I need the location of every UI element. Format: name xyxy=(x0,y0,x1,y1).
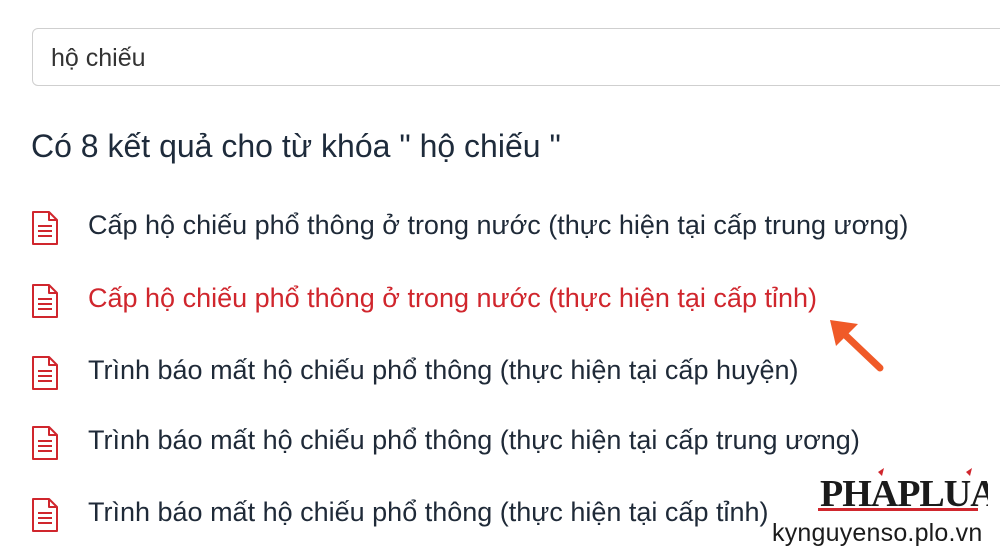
result-link[interactable]: Trình báo mất hộ chiếu phổ thông (thực h… xyxy=(88,497,768,528)
result-link[interactable]: Trình báo mất hộ chiếu phổ thông (thực h… xyxy=(88,425,860,456)
arrow-icon xyxy=(830,320,884,372)
results-heading: Có 8 kết quả cho từ khóa " hộ chiếu " xyxy=(31,128,561,164)
result-link[interactable]: Trình báo mất hộ chiếu phổ thông (thực h… xyxy=(88,355,799,386)
search-box[interactable] xyxy=(32,28,1000,86)
document-icon xyxy=(32,211,58,245)
pháp-luật-logo: PHAPLUAT xyxy=(818,468,988,515)
document-icon xyxy=(32,284,58,318)
search-input[interactable] xyxy=(51,39,951,77)
result-link-highlighted[interactable]: Cấp hộ chiếu phổ thông ở trong nước (thự… xyxy=(88,283,817,314)
svg-text:PHAPLUAT: PHAPLUAT xyxy=(820,473,988,515)
document-icon xyxy=(32,356,58,390)
document-icon xyxy=(32,498,58,532)
watermark-url: kynguyenso.plo.vn xyxy=(772,519,983,547)
document-icon xyxy=(32,426,58,460)
result-link[interactable]: Cấp hộ chiếu phổ thông ở trong nước (thự… xyxy=(88,210,908,241)
